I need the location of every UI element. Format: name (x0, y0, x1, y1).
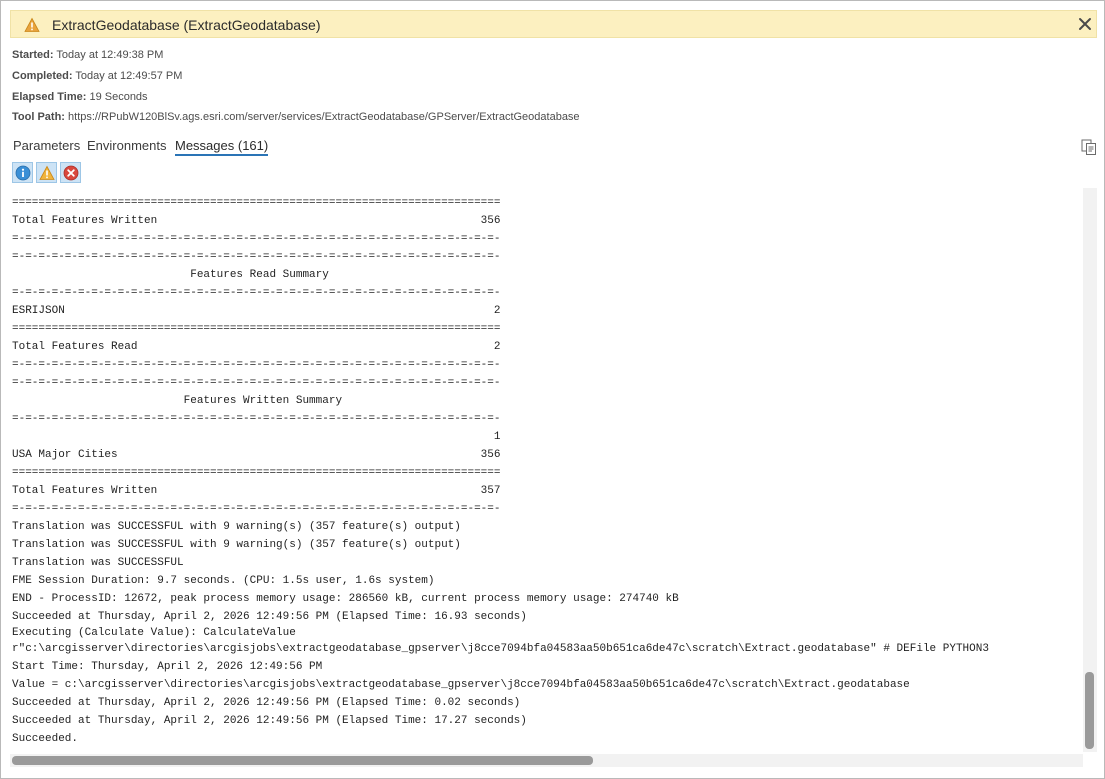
message-line: ========================================… (12, 197, 501, 209)
toolpath-label: Tool Path: (12, 111, 65, 123)
messages-list: ========================================… (12, 194, 989, 748)
message-line: FME Session Duration: 9.7 seconds. (CPU:… (12, 575, 435, 587)
copy-icon[interactable] (1081, 139, 1097, 156)
message-line: Features Written Summary (12, 395, 343, 407)
message-line: =-=-=-=-=-=-=-=-=-=-=-=-=-=-=-=-=-=-=-=-… (12, 287, 501, 299)
started-label: Started: (12, 49, 54, 61)
completed-label: Completed: (12, 70, 73, 82)
completed-row: Completed: Today at 12:49:57 PM (12, 70, 182, 82)
message-line: END - ProcessID: 12672, peak process mem… (12, 593, 679, 605)
message-line: Succeeded at Thursday, April 2, 2026 12:… (12, 611, 527, 623)
message-line: Total Features Written 356 (12, 215, 501, 227)
messages-log[interactable]: ========================================… (10, 188, 1081, 752)
message-line: =-=-=-=-=-=-=-=-=-=-=-=-=-=-=-=-=-=-=-=-… (12, 251, 501, 263)
message-line: =-=-=-=-=-=-=-=-=-=-=-=-=-=-=-=-=-=-=-=-… (12, 413, 501, 425)
tab-parameters[interactable]: Parameters (13, 138, 80, 153)
message-line: USA Major Cities 356 (12, 449, 501, 461)
message-line: =-=-=-=-=-=-=-=-=-=-=-=-=-=-=-=-=-=-=-=-… (12, 233, 501, 245)
message-line: Translation was SUCCESSFUL with 9 warnin… (12, 521, 461, 533)
toolpath-row: Tool Path: https://RPubW120BlSv.ags.esri… (12, 111, 580, 123)
toolpath-value: https://RPubW120BlSv.ags.esri.com/server… (68, 111, 580, 123)
message-line: Value = c:\arcgisserver\directories\arcg… (12, 679, 910, 691)
close-icon[interactable] (1077, 16, 1093, 32)
message-line: =-=-=-=-=-=-=-=-=-=-=-=-=-=-=-=-=-=-=-=-… (12, 503, 501, 515)
message-line: =-=-=-=-=-=-=-=-=-=-=-=-=-=-=-=-=-=-=-=-… (12, 377, 501, 389)
info-icon (15, 165, 31, 181)
message-line: Translation was SUCCESSFUL with 9 warnin… (12, 539, 461, 551)
warning-filter-button[interactable] (36, 162, 57, 183)
warning-icon (39, 165, 55, 180)
message-line: Total Features Written 357 (12, 485, 501, 497)
message-line: ========================================… (12, 467, 501, 479)
message-line: Start Time: Thursday, April 2, 2026 12:4… (12, 661, 323, 673)
warning-icon (24, 17, 40, 32)
message-line: r"c:\arcgisserver\directories\arcgisjobs… (12, 643, 989, 655)
elapsed-row: Elapsed Time: 19 Seconds (12, 91, 148, 103)
horizontal-scrollbar[interactable] (10, 754, 1083, 767)
completed-value: Today at 12:49:57 PM (75, 70, 183, 82)
started-row: Started: Today at 12:49:38 PM (12, 49, 163, 61)
message-line: =-=-=-=-=-=-=-=-=-=-=-=-=-=-=-=-=-=-=-=-… (12, 359, 501, 371)
started-value: Today at 12:49:38 PM (56, 49, 164, 61)
message-line: Features Read Summary (12, 269, 329, 281)
message-line: ESRIJSON 2 (12, 305, 501, 317)
vertical-scroll-thumb[interactable] (1085, 672, 1094, 749)
error-filter-button[interactable] (60, 162, 81, 183)
vertical-scrollbar[interactable] (1083, 188, 1097, 752)
message-line: Succeeded at Thursday, April 2, 2026 12:… (12, 697, 521, 709)
message-line: Executing (Calculate Value): CalculateVa… (12, 627, 296, 639)
tab-messages[interactable]: Messages (161) (175, 138, 269, 156)
message-line: Translation was SUCCESSFUL (12, 557, 184, 569)
message-line: Succeeded at Thursday, April 2, 2026 12:… (12, 715, 527, 727)
status-banner: ExtractGeodatabase (ExtractGeodatabase) (10, 10, 1097, 38)
dialog-title: ExtractGeodatabase (ExtractGeodatabase) (52, 17, 321, 33)
horizontal-scroll-thumb[interactable] (12, 756, 593, 765)
elapsed-label: Elapsed Time: (12, 91, 87, 103)
info-filter-button[interactable] (12, 162, 33, 183)
message-line: 1 (12, 431, 501, 443)
geoprocessing-details-dialog: ExtractGeodatabase (ExtractGeodatabase) … (0, 0, 1105, 779)
message-line: ========================================… (12, 323, 501, 335)
message-line: Succeeded. (12, 733, 79, 745)
error-icon (63, 165, 79, 181)
elapsed-value: 19 Seconds (89, 91, 148, 103)
tab-environments[interactable]: Environments (87, 138, 166, 153)
message-line: Total Features Read 2 (12, 341, 501, 353)
